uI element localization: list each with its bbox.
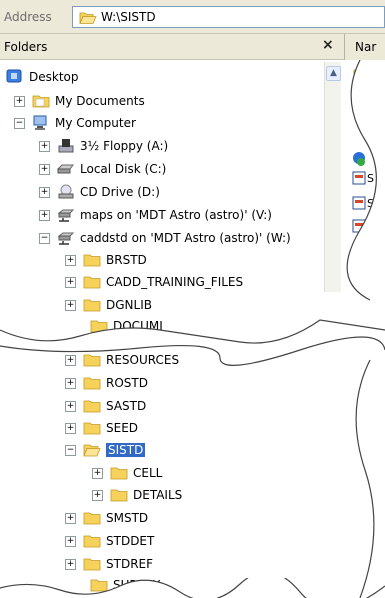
cd-drive-icon	[58, 184, 74, 199]
expand-icon[interactable]: +	[65, 354, 76, 366]
folder-icon	[83, 377, 101, 390]
tree-item-resources-partial[interactable]: + RESOURCES	[65, 350, 179, 370]
name-column-label: Nar	[355, 40, 377, 54]
desktop-icon	[6, 69, 22, 83]
collapse-icon[interactable]: −	[14, 117, 25, 129]
tree-item-stdref[interactable]: + STDREF	[65, 554, 153, 574]
tree-label: SEED	[106, 421, 139, 435]
tree-item-local-disk[interactable]: + Local Disk (C:)	[39, 159, 166, 179]
address-path: W:\SISTD	[101, 10, 156, 24]
folder-icon	[110, 467, 128, 480]
tree-item-cell[interactable]: + CELL	[92, 463, 162, 483]
expand-icon[interactable]: +	[65, 400, 76, 412]
tree-item-brstd[interactable]: + BRSTD	[65, 250, 147, 270]
close-icon[interactable]: ×	[322, 37, 334, 53]
expand-icon[interactable]: +	[39, 163, 50, 175]
address-input[interactable]: W:\SISTD	[72, 6, 385, 28]
folders-title: Folders	[4, 40, 48, 54]
tree-label: RESOURCES	[106, 353, 180, 367]
tree-label: CD Drive (D:)	[80, 185, 160, 199]
folder-icon	[83, 422, 101, 435]
tree-item-my-computer[interactable]: − My Computer	[14, 113, 136, 133]
folders-header: Folders ×	[0, 34, 344, 60]
tree-item-cd-drive[interactable]: + CD Drive (D:)	[39, 182, 160, 202]
tree-label: Desktop	[29, 70, 79, 84]
tree-label: Local Disk (C:)	[80, 162, 167, 176]
tree-label: maps on 'MDT Astro (astro)' (V:)	[80, 208, 272, 222]
folder-icon	[83, 254, 101, 267]
folder-icon	[32, 95, 50, 108]
tree-item-desktop[interactable]: Desktop	[6, 67, 79, 87]
tree-item-smstd[interactable]: + SMSTD	[65, 508, 148, 528]
folder-icon	[110, 489, 128, 502]
expand-icon[interactable]: +	[65, 276, 76, 288]
computer-icon	[33, 115, 47, 130]
name-column-header[interactable]: Nar	[344, 34, 385, 60]
tree-label: STDDET	[106, 534, 155, 548]
torn-right-edge	[346, 60, 385, 598]
expand-icon[interactable]: +	[92, 467, 103, 479]
folder-open-icon	[79, 12, 97, 24]
tree-item-caddstd-drive[interactable]: − caddstd on 'MDT Astro (astro)' (W:)	[39, 228, 291, 248]
tree-item-sastd[interactable]: + SASTD	[65, 396, 146, 416]
expand-icon[interactable]: +	[39, 140, 50, 152]
address-label: Address	[4, 10, 52, 24]
tree-item-cadd-training-files[interactable]: + CADD_TRAINING_FILES	[65, 272, 243, 292]
tree-label: STDREF	[106, 557, 154, 571]
expand-icon[interactable]: +	[65, 422, 76, 434]
network-drive-icon	[57, 209, 75, 222]
folder-open-icon	[83, 444, 101, 457]
tree-label: My Computer	[55, 116, 136, 130]
network-drive-icon	[57, 232, 75, 245]
folder-icon	[83, 354, 101, 367]
expand-icon[interactable]: +	[14, 95, 25, 107]
expand-icon[interactable]: +	[92, 489, 103, 501]
tree-label: My Documents	[55, 94, 145, 108]
tree-label: CADD_TRAINING_FILES	[106, 275, 244, 289]
tree-label: SMSTD	[106, 511, 149, 525]
tree-label: 3½ Floppy (A:)	[80, 139, 169, 153]
expand-icon[interactable]: +	[65, 558, 76, 570]
torn-bottom-edge	[0, 578, 385, 598]
hard-disk-icon	[57, 164, 74, 174]
tree-label: ROSTD	[106, 376, 148, 390]
folder-icon	[83, 535, 101, 548]
tree-item-floppy[interactable]: + 3½ Floppy (A:)	[39, 136, 168, 156]
collapse-icon[interactable]: −	[65, 444, 76, 456]
tree-item-rostd[interactable]: + ROSTD	[65, 373, 148, 393]
expand-icon[interactable]: +	[39, 209, 50, 221]
folder-icon	[83, 400, 101, 413]
tree-item-sistd[interactable]: − SISTD	[65, 440, 146, 460]
tree-label: BRSTD	[106, 253, 147, 267]
expand-icon[interactable]: +	[39, 186, 50, 198]
tree-item-seed[interactable]: + SEED	[65, 418, 138, 438]
tree-item-maps-drive[interactable]: + maps on 'MDT Astro (astro)' (V:)	[39, 205, 272, 225]
folder-icon	[83, 558, 101, 571]
tree-label-selected: SISTD	[106, 443, 146, 457]
tree-label: caddstd on 'MDT Astro (astro)' (W:)	[80, 231, 291, 245]
folder-icon	[83, 276, 101, 289]
tree-label: SASTD	[106, 399, 147, 413]
tree-label: CELL	[133, 466, 163, 480]
folder-icon	[83, 512, 101, 525]
collapse-icon[interactable]: −	[39, 232, 50, 244]
tree-item-stddet[interactable]: + STDDET	[65, 531, 154, 551]
expand-icon[interactable]: +	[65, 512, 76, 524]
address-bar: Address W:\SISTD	[0, 0, 385, 34]
floppy-drive-icon	[58, 139, 74, 153]
tree-label: DETAILS	[133, 488, 183, 502]
expand-icon[interactable]: +	[65, 377, 76, 389]
tree-item-my-documents[interactable]: + My Documents	[14, 91, 145, 111]
expand-icon[interactable]: +	[65, 254, 76, 266]
expand-icon[interactable]: +	[65, 535, 76, 547]
tree-item-details[interactable]: + DETAILS	[92, 485, 182, 505]
